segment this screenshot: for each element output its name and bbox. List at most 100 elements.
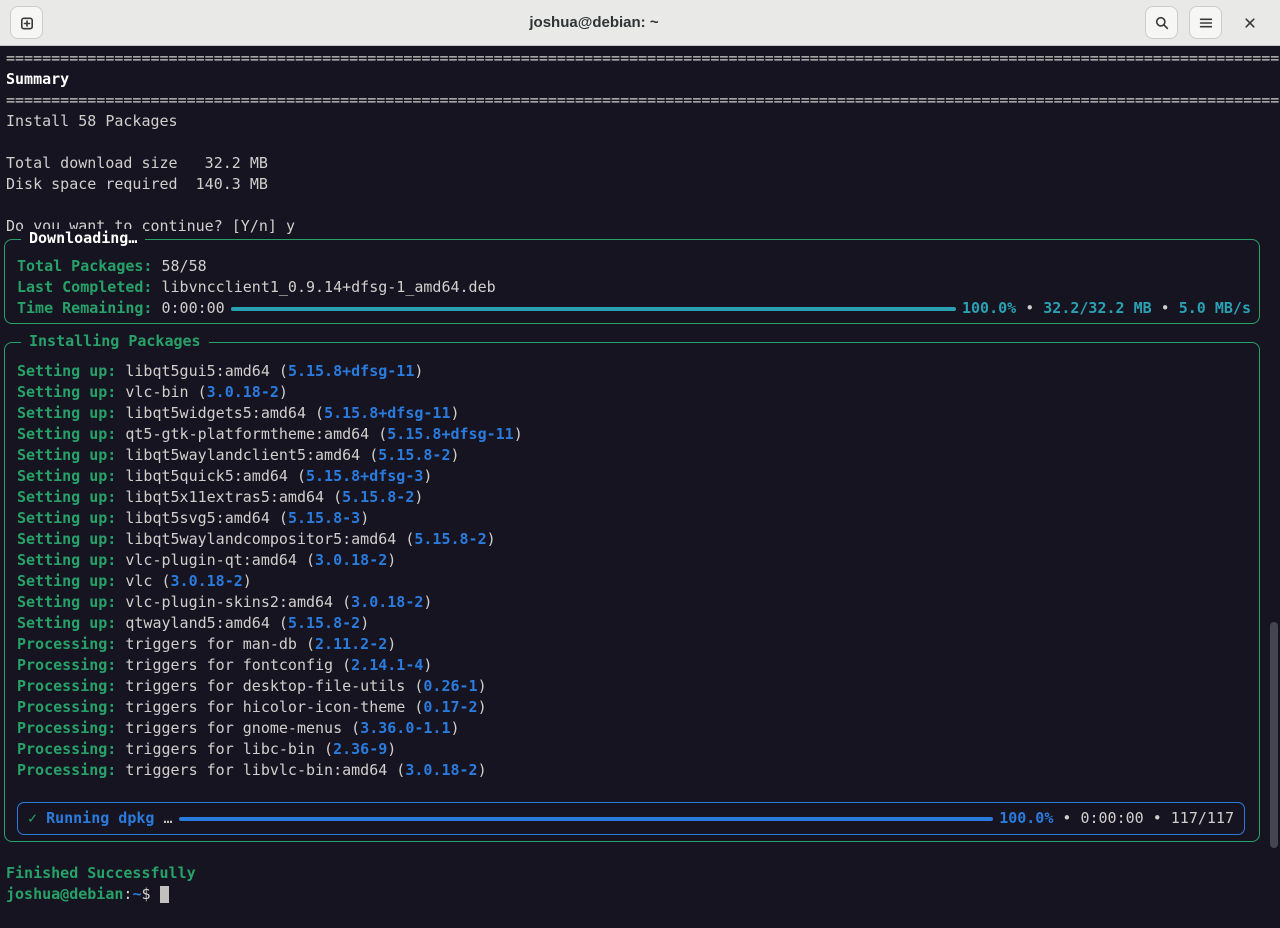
- text-segment: libqt5x11extras5:amd64 (: [116, 487, 342, 508]
- text-segment: Setting up:: [17, 487, 116, 508]
- downloading-panel-title: Downloading…: [21, 229, 145, 247]
- text-segment: libqt5svg5:amd64 (: [116, 508, 288, 529]
- text-segment: Processing:: [17, 634, 116, 655]
- new-tab-button[interactable]: [10, 6, 43, 39]
- terminal-line: Install 58 Packages: [0, 111, 1280, 132]
- text-segment: vlc-plugin-qt:amd64 (: [116, 550, 315, 571]
- text-segment: 5.0 MB/s: [1179, 298, 1251, 319]
- terminal-line: [0, 842, 1280, 863]
- text-segment: $: [141, 884, 159, 905]
- terminal-line: Setting up: libqt5widgets5:amd64 (5.15.8…: [11, 403, 1251, 424]
- text-segment: 3.0.18-2: [207, 382, 279, 403]
- text-segment: Finished Successfully: [6, 863, 196, 884]
- text-segment: ): [414, 487, 423, 508]
- text-segment: 0:00:00: [1080, 808, 1143, 829]
- text-segment: 5.15.8-2: [414, 529, 486, 550]
- window-title: joshua@debian: ~: [43, 14, 1145, 31]
- text-segment: 0.17-2: [423, 697, 477, 718]
- text-segment: ): [243, 571, 252, 592]
- text-segment: ): [478, 760, 487, 781]
- text-segment: ): [423, 655, 432, 676]
- menu-button[interactable]: [1189, 6, 1222, 39]
- text-segment: Total Packages:: [17, 256, 152, 277]
- text-segment: 3.0.18-2: [171, 571, 243, 592]
- text-segment: ): [514, 424, 523, 445]
- text-segment: triggers for libvlc-bin:amd64 (: [116, 760, 405, 781]
- terminal-line: Processing: triggers for hicolor-icon-th…: [11, 697, 1251, 718]
- text-segment: Processing:: [17, 697, 116, 718]
- titlebar: joshua@debian: ~: [0, 0, 1280, 46]
- text-segment: Last Completed:: [17, 277, 152, 298]
- terminal-line: Last Completed: libvncclient1_0.9.14+dfs…: [11, 277, 1251, 298]
- text-segment: ): [387, 550, 396, 571]
- text-segment: 3.0.18-2: [315, 550, 387, 571]
- text-segment: ): [279, 382, 288, 403]
- text-segment: Summary: [6, 69, 69, 90]
- text-segment: 5.15.8+dfsg-3: [306, 466, 423, 487]
- text-segment: •: [1016, 298, 1043, 319]
- text-segment: ✓: [28, 808, 46, 829]
- terminal-line: Processing: triggers for fontconfig (2.1…: [11, 655, 1251, 676]
- text-segment: 5.15.8+dfsg-11: [387, 424, 513, 445]
- search-button[interactable]: [1145, 6, 1178, 39]
- terminal-line: joshua@debian:~$: [0, 884, 1280, 905]
- installing-panel-body: Setting up: libqt5gui5:amd64 (5.15.8+dfs…: [11, 361, 1251, 802]
- text-segment: 0.26-1: [423, 676, 477, 697]
- text-segment: vlc-bin (: [116, 382, 206, 403]
- terminal-line: Processing: triggers for desktop-file-ut…: [11, 676, 1251, 697]
- text-segment: Processing:: [17, 655, 116, 676]
- text-segment: Processing:: [17, 676, 116, 697]
- text-segment: Setting up:: [17, 382, 116, 403]
- text-segment: 117/117: [1171, 808, 1234, 829]
- text-segment: ========================================…: [6, 48, 1280, 69]
- scrollbar[interactable]: [1270, 622, 1278, 848]
- text-segment: Running dpkg: [46, 808, 154, 829]
- text-segment: ): [423, 592, 432, 613]
- text-segment: ): [478, 697, 487, 718]
- terminal-line: Setting up: libqt5gui5:amd64 (5.15.8+dfs…: [11, 361, 1251, 382]
- terminal-screen[interactable]: ========================================…: [0, 46, 1280, 928]
- dpkg-progress-panel: ✓ Running dpkg …100.0% • 0:00:00 • 117/1…: [17, 802, 1245, 835]
- text-segment: Setting up:: [17, 508, 116, 529]
- terminal-line: Setting up: libqt5svg5:amd64 (5.15.8-3): [11, 508, 1251, 529]
- terminal-line: Processing: triggers for libvlc-bin:amd6…: [11, 760, 1251, 781]
- text-segment: ): [487, 529, 496, 550]
- text-segment: 58/58: [152, 256, 206, 277]
- terminal-cursor: [160, 886, 169, 903]
- text-segment: 0:00:00: [152, 298, 224, 319]
- terminal-line: Finished Successfully: [0, 863, 1280, 884]
- text-segment: libqt5widgets5:amd64 (: [116, 403, 324, 424]
- terminal-line: [11, 781, 1251, 802]
- text-segment: vlc-plugin-skins2:amd64 (: [116, 592, 351, 613]
- new-tab-icon: [19, 15, 35, 31]
- text-segment: 100.0%: [962, 298, 1016, 319]
- text-segment: Setting up:: [17, 466, 116, 487]
- text-segment: vlc (: [116, 571, 170, 592]
- text-segment: ): [414, 361, 423, 382]
- text-segment: 5.15.8+dfsg-11: [324, 403, 450, 424]
- terminal-line: ========================================…: [0, 90, 1280, 111]
- text-segment: Install 58 Packages: [6, 111, 178, 132]
- terminal-output-summary: ========================================…: [0, 48, 1280, 237]
- text-segment: …: [154, 808, 172, 829]
- text-segment: libqt5waylandclient5:amd64 (: [116, 445, 378, 466]
- text-segment: Processing:: [17, 718, 116, 739]
- close-button[interactable]: [1233, 6, 1266, 39]
- terminal-line: Setting up: qt5-gtk-platformtheme:amd64 …: [11, 424, 1251, 445]
- text-segment: joshua@debian: [6, 884, 123, 905]
- text-segment: 5.15.8+dfsg-11: [288, 361, 414, 382]
- terminal-line: Processing: triggers for man-db (2.11.2-…: [11, 634, 1251, 655]
- text-segment: 3.0.18-2: [405, 760, 477, 781]
- text-segment: Setting up:: [17, 550, 116, 571]
- hamburger-menu-icon: [1198, 15, 1214, 31]
- terminal-line: Setting up: vlc-plugin-skins2:amd64 (3.0…: [11, 592, 1251, 613]
- terminal-line: ========================================…: [0, 48, 1280, 69]
- titlebar-actions: [1145, 6, 1266, 39]
- text-segment: •: [1152, 298, 1179, 319]
- text-segment: libqt5gui5:amd64 (: [116, 361, 288, 382]
- text-segment: 2.11.2-2: [315, 634, 387, 655]
- installing-panel-title: Installing Packages: [21, 332, 209, 350]
- text-segment: triggers for fontconfig (: [116, 655, 351, 676]
- text-segment: 32.2/32.2 MB: [1043, 298, 1151, 319]
- text-segment: 5.15.8-3: [288, 508, 360, 529]
